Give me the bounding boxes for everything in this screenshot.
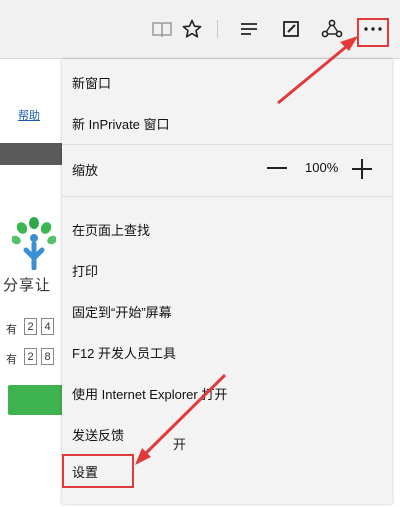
green-action-button[interactable] [8, 385, 62, 415]
help-link[interactable]: 帮助 [18, 107, 40, 123]
code-cell: 2 [24, 318, 37, 335]
share-icon[interactable] [316, 13, 348, 45]
logo-text: 分享让 [3, 277, 52, 294]
web-note-icon[interactable] [275, 13, 307, 45]
row-label: 有 [6, 324, 17, 336]
settings-highlight [62, 454, 134, 488]
zoom-label: 缩放 [72, 163, 99, 178]
code-cell: 4 [41, 318, 54, 335]
hub-icon[interactable] [233, 13, 265, 45]
menu-item-print[interactable]: 打印 [72, 261, 98, 280]
toolbar-separator [217, 20, 218, 38]
menu-divider [62, 144, 392, 145]
stray-text: 开 [173, 437, 187, 452]
menu-item-pin-to-start[interactable]: 固定到“开始”屏幕 [72, 302, 172, 321]
menu-divider [62, 196, 392, 197]
zoom-level: 100% [305, 160, 339, 175]
row-label: 有 [6, 354, 17, 366]
more-actions-highlight [357, 18, 389, 47]
menu-item-new-inprivate[interactable]: 新 InPrivate 窗口 [72, 114, 170, 133]
reading-view-icon[interactable] [146, 13, 178, 45]
code-cell: 2 [24, 348, 37, 365]
zoom-in-button[interactable] [352, 159, 372, 179]
menu-item-f12-tools[interactable]: F12 开发人员工具 [72, 343, 176, 362]
code-cell: 8 [41, 348, 54, 365]
menu-item-find-on-page[interactable]: 在页面上查找 [72, 220, 150, 239]
menu-item-send-feedback[interactable]: 发送反馈 [72, 425, 124, 444]
browser-toolbar [0, 0, 400, 59]
page-header-band [0, 143, 62, 165]
zoom-out-button[interactable] [267, 167, 287, 169]
background-webpage: 帮助 分享让 有 2 4 有 2 8 [0, 59, 62, 507]
menu-item-open-with-ie[interactable]: 使用 Internet Explorer 打开 [72, 384, 227, 403]
menu-item-new-window[interactable]: 新窗口 [72, 73, 111, 92]
favorite-star-icon[interactable] [176, 13, 208, 45]
more-actions-menu: 新窗口 新 InPrivate 窗口 缩放 100% 在页面上查找 打印 固定到… [62, 59, 392, 504]
tree-logo-icon [12, 217, 56, 270]
